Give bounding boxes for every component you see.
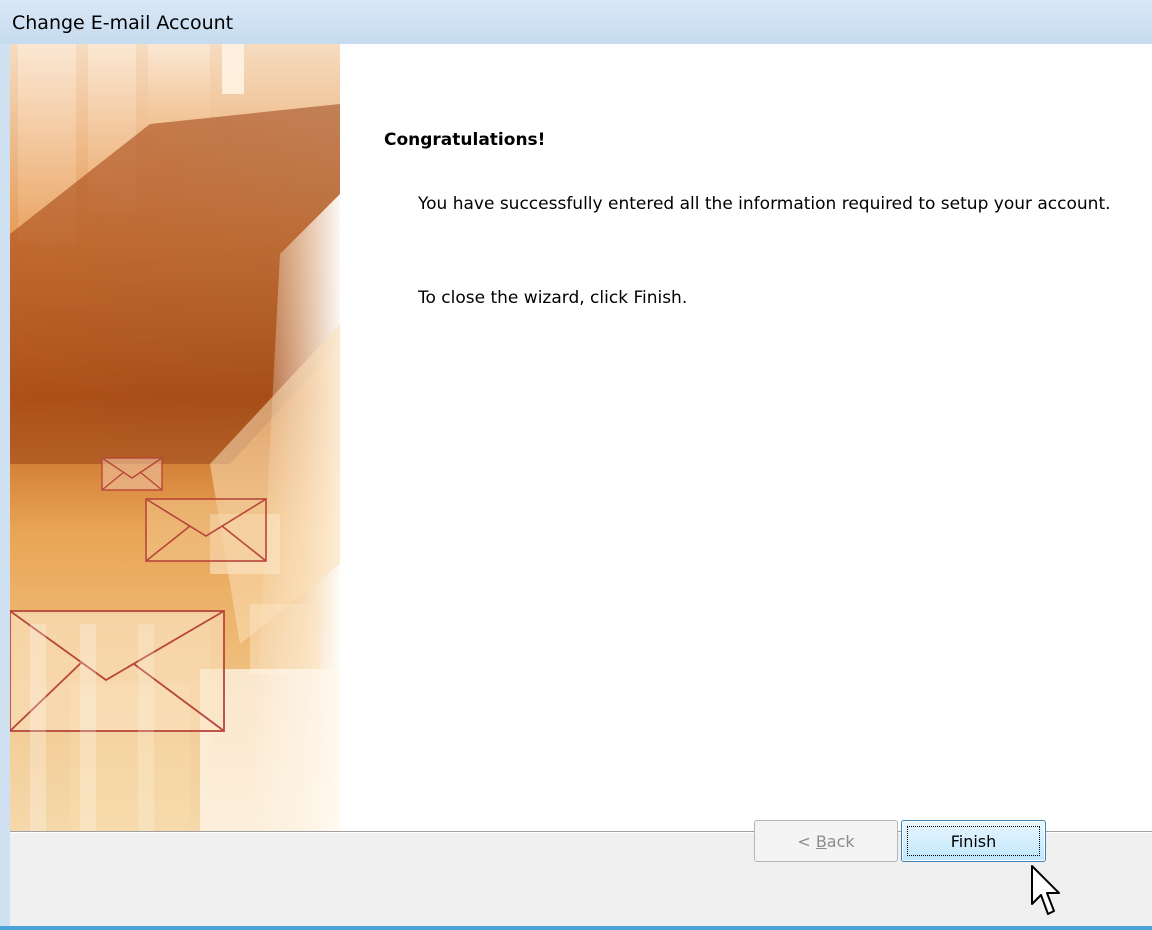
mouse-pointer-icon [1031,865,1060,915]
dialog-client-area: Congratulations! You have successfully e… [10,44,1152,930]
wizard-content-panel: Congratulations! You have successfully e… [340,44,1152,831]
envelope-icon [145,498,267,562]
change-email-account-dialog: Change E-mail Account Congratulations! Y… [0,0,1152,930]
envelope-icon [101,457,163,491]
window-bottom-border [0,926,1152,930]
close-instruction: To close the wizard, click Finish. [418,288,688,308]
title-bar[interactable]: Change E-mail Account [0,0,1152,44]
back-button-prefix: < [797,831,816,851]
window-title: Change E-mail Account [12,12,234,34]
back-button[interactable]: < Back [754,820,898,862]
back-button-label-rest: ack [826,831,855,851]
success-message: You have successfully entered all the in… [418,194,1111,214]
wizard-banner-image [10,44,340,831]
back-button-accelerator: B [815,831,827,851]
congratulations-heading: Congratulations! [384,130,546,150]
finish-button-label: Finish [950,831,997,851]
finish-button[interactable]: Finish [901,820,1046,862]
